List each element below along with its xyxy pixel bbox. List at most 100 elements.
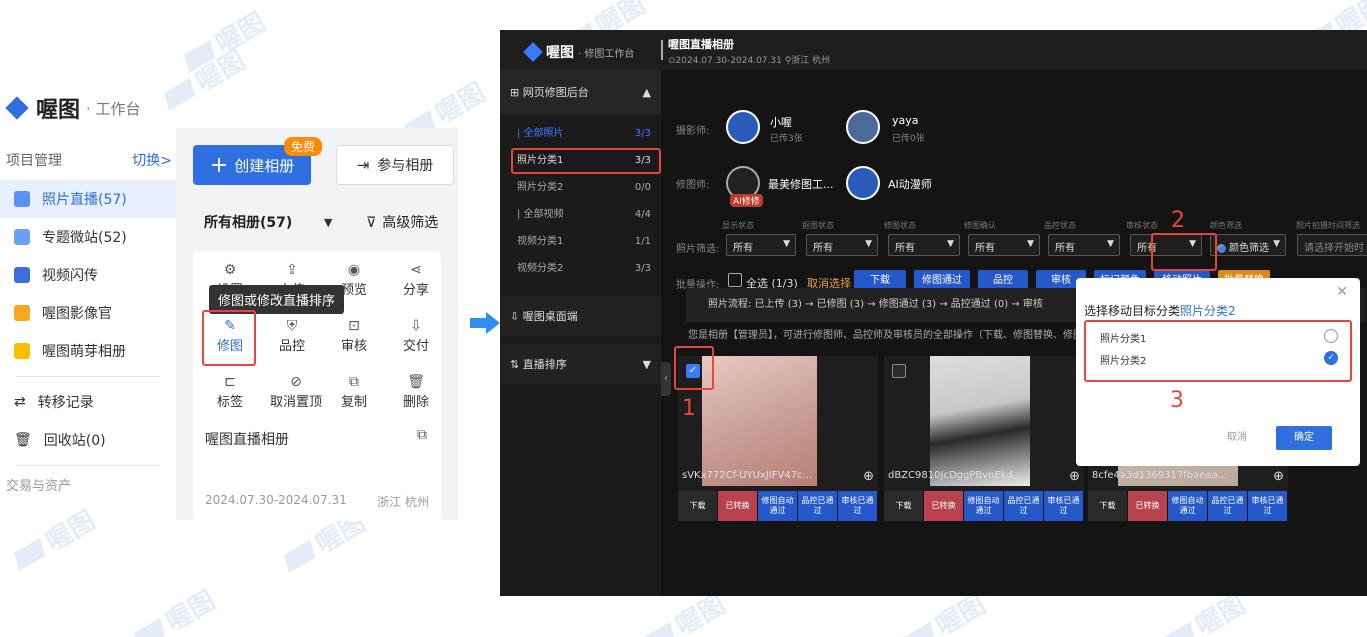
sidebar-section-title: 项目管理	[6, 153, 62, 169]
retoucher-name[interactable]: 最美修图工...	[768, 176, 834, 192]
enter-icon: ⇥	[356, 156, 370, 174]
chevron-down-icon[interactable]: ▼	[324, 216, 332, 229]
filter-title: 修图状态	[884, 221, 916, 230]
action-label: 删除	[402, 395, 429, 410]
select-all-checkbox[interactable]	[728, 273, 742, 287]
photo-checkbox[interactable]	[892, 364, 906, 378]
confirm-button[interactable]: 确定	[1276, 426, 1332, 450]
retouch-auto-pass-button[interactable]: 修图自动通过	[758, 491, 798, 521]
caret-down-icon: ▼	[947, 239, 954, 249]
zoom-in-icon[interactable]: ⊕	[1069, 469, 1080, 484]
side-item-all-videos[interactable]: | 全部视频 4/4	[500, 201, 661, 228]
logo-diamond-icon	[5, 96, 29, 120]
photo-actions: 下载 已转换 修图自动通过 品控已通过 审核已通过	[678, 491, 878, 521]
download-button[interactable]: 下载	[1088, 491, 1128, 521]
photo-filename: dBZC9810JcDggPBvnEkd...	[888, 470, 1023, 481]
review-passed-button[interactable]: 审核已通过	[838, 491, 878, 521]
copy-action[interactable]: ⧉ 复制	[325, 373, 383, 410]
sidebar-item-sprout[interactable]: 喔图萌芽相册	[0, 332, 176, 370]
share-action[interactable]: ⋖ 分享	[387, 261, 445, 298]
quality-control-action[interactable]: ⛨ 品控	[263, 317, 321, 354]
desktop-client-link[interactable]: ⇩ 喔图桌面端	[500, 296, 661, 336]
sidebar-item-transfer[interactable]: ⇄ 转移记录	[0, 383, 176, 421]
converted-button[interactable]: 已转换	[718, 491, 758, 521]
copy-icon[interactable]: ⧉	[417, 427, 427, 443]
sidebar-item-trash[interactable]: 🗑 回收站(0)	[0, 421, 176, 459]
sidebar-item-video[interactable]: 视频闪传	[0, 256, 176, 294]
retouch-auto-pass-button[interactable]: 修图自动通过	[1168, 491, 1208, 521]
advanced-filter-button[interactable]: ⊽ 高级筛选	[366, 212, 438, 232]
action-label: 品控	[278, 339, 305, 354]
album-area: +创建相册 免费 ⇥参与相册 所有相册(57) ▼ ⊽高级筛选 ⚙设置 ⇪上传 …	[176, 128, 458, 521]
switch-link[interactable]: 切换>	[132, 142, 172, 180]
logo: 喔图 · 修图工作台	[523, 42, 634, 62]
select-value: 颜色筛选	[1229, 243, 1269, 254]
highlight-box	[674, 346, 714, 390]
side-item-all-photos[interactable]: | 全部照片 3/3	[500, 120, 661, 147]
converted-button[interactable]: 已转换	[924, 491, 964, 521]
photo-card[interactable]: dBZC9810JcDggPBvnEkd... ⊕ 下载 已转换 修图自动通过 品控已…	[884, 356, 1084, 521]
deliver-action[interactable]: ⇩ 交付	[387, 317, 445, 354]
create-album-label: 创建相册	[234, 156, 295, 175]
close-icon[interactable]: ✕	[1336, 284, 1348, 300]
web-retouch-header[interactable]: ⊞ 网页修图后台 ▲	[500, 70, 661, 114]
input-placeholder: 请选择开始时	[1304, 243, 1364, 254]
collapse-handle[interactable]: ‹	[661, 362, 671, 396]
caret-down-icon: ▼	[1107, 239, 1114, 249]
join-album-label: 参与相册	[377, 158, 434, 174]
photographer-name: 小喔	[770, 116, 792, 129]
dialog-title: 选择移动目标分类照片分类2	[1084, 302, 1236, 319]
live-sort-menu[interactable]: ⇅ 直播排序 ▼	[500, 344, 661, 384]
matting-status-select[interactable]: 所有 ▼	[806, 234, 878, 256]
shoot-time-input[interactable]: 请选择开始时	[1297, 234, 1367, 256]
ai-badge: AI修修	[730, 194, 763, 207]
sidebar: 项目管理 切换> 照片直播(57) 专题微站(52) 视频闪传 喔图影像官 喔图…	[0, 142, 176, 502]
zoom-in-icon[interactable]: ⊕	[863, 469, 874, 484]
retouch-status-select[interactable]: 所有 ▼	[888, 234, 960, 256]
album-title: 喔图直播相册	[668, 38, 734, 51]
action-label: 交付	[402, 339, 429, 354]
download-button[interactable]: 下载	[678, 491, 718, 521]
side-item-video-cat1[interactable]: 视频分类1 1/1	[500, 228, 661, 255]
sidebar-item-imaging[interactable]: 喔图影像官	[0, 294, 176, 332]
all-albums-dropdown[interactable]: 所有相册(57)	[204, 212, 292, 232]
retoucher-name[interactable]: AI动漫师	[888, 176, 932, 192]
download-button[interactable]: 下载	[884, 491, 924, 521]
cancel-button[interactable]: 取消	[1216, 426, 1258, 450]
qc-passed-button[interactable]: 品控已通过	[798, 491, 838, 521]
sort-icon: ⇅	[510, 358, 520, 371]
sidebar-item-photo-live[interactable]: 照片直播(57)	[0, 180, 176, 218]
select-value: 所有	[1055, 243, 1075, 254]
dialog-title-target: 照片分类2	[1180, 304, 1236, 318]
review-action[interactable]: ⊡ 审核	[325, 317, 383, 354]
tag-action[interactable]: ⊏ 标签	[201, 373, 259, 410]
retouch-confirm-select[interactable]: 所有 ▼	[968, 234, 1040, 256]
qc-status-select[interactable]: 所有 ▼	[1048, 234, 1120, 256]
side-item-video-cat2[interactable]: 视频分类2 3/3	[500, 255, 661, 282]
review-passed-button[interactable]: 审核已通过	[1248, 491, 1288, 521]
eye-icon: ◉	[347, 262, 361, 278]
qc-passed-button[interactable]: 品控已通过	[1208, 491, 1248, 521]
converted-button[interactable]: 已转换	[1128, 491, 1168, 521]
album-date: 2024.07.30-2024.07.31	[205, 493, 347, 507]
side-item-photo-cat2[interactable]: 照片分类2 0/0	[500, 174, 661, 201]
album-card: ⚙设置 ⇪上传 ◉预览 ⋖分享 ✎修图 ⛨品控 ⊡审核 ⇩交付 ⊏标签 ⊘取消置…	[193, 251, 441, 521]
logo-name: 喔图	[546, 45, 574, 61]
color-filter-select[interactable]: 颜色筛选 ▼	[1210, 234, 1286, 256]
zoom-in-icon[interactable]: ⊕	[1273, 469, 1284, 484]
caret-down-icon: ▼	[865, 239, 872, 249]
photo-thumbnail[interactable]	[930, 356, 1030, 486]
review-passed-button[interactable]: 审核已通过	[1044, 491, 1084, 521]
join-album-button[interactable]: ⇥ 参与相册	[336, 145, 454, 185]
divider	[661, 40, 663, 60]
qc-passed-button[interactable]: 品控已通过	[1004, 491, 1044, 521]
photo-thumbnail[interactable]	[702, 356, 817, 486]
unpin-action[interactable]: ⊘ 取消置顶	[263, 373, 329, 410]
sidebar-item-microsite[interactable]: 专题微站(52)	[0, 218, 176, 256]
action-label: 标签	[216, 395, 243, 410]
retouch-auto-pass-button[interactable]: 修图自动通过	[964, 491, 1004, 521]
display-status-select[interactable]: 所有 ▼	[726, 234, 796, 256]
share-icon: ⋖	[410, 262, 422, 278]
filter-title: 显示状态	[722, 221, 754, 230]
delete-action[interactable]: 🗑 删除	[387, 373, 445, 410]
